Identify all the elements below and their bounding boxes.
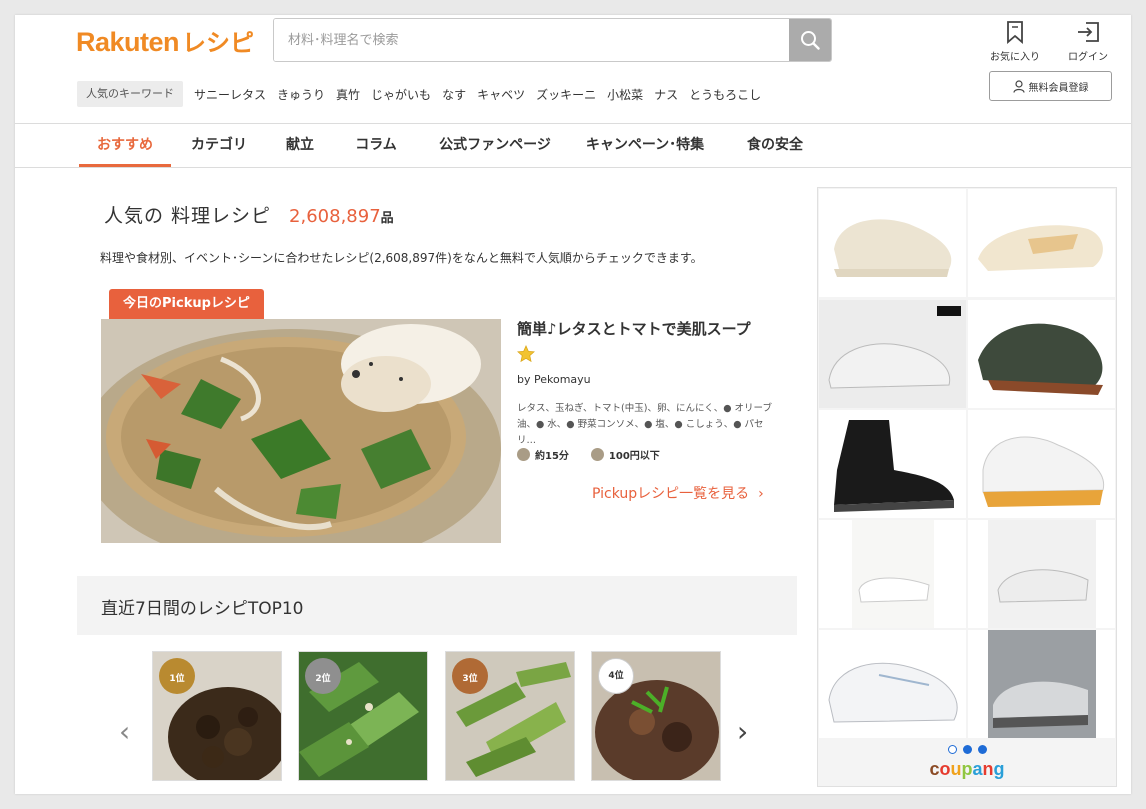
logo-suffix: レシピ	[182, 29, 255, 57]
ad-product[interactable]	[968, 189, 1115, 297]
ranking-card[interactable]: 2位	[298, 651, 428, 781]
register-button[interactable]: 無料会員登録	[989, 71, 1112, 101]
pickup-list-link[interactable]: Pickupレシピ一覧を見る ›	[592, 483, 764, 503]
carousel-dot[interactable]	[977, 745, 987, 754]
chevron-right-icon: ›	[737, 715, 749, 748]
rank-label: 1位	[169, 674, 185, 684]
rank-badge: 2位	[305, 658, 341, 694]
chevron-left-icon: ‹	[119, 715, 131, 748]
keywords-label: 人気のキーワード	[77, 81, 183, 107]
rank-label: 2位	[315, 674, 331, 684]
keyword-link[interactable]: サニーレタス	[194, 86, 266, 103]
search-box	[273, 18, 832, 62]
ad-product[interactable]	[968, 300, 1115, 408]
register-label: 無料会員登録	[1028, 82, 1089, 94]
pickup-badge: 今日のPickupレシピ	[109, 289, 264, 319]
logo-brand: Rakuten	[76, 27, 180, 57]
pickup-recipe-image[interactable]	[101, 319, 501, 543]
tab-fanpage[interactable]: 公式ファンページ	[427, 124, 563, 167]
tab-category[interactable]: カテゴリ	[181, 124, 257, 167]
keyword-link[interactable]: じゃがいも	[371, 86, 431, 103]
login-label: ログイン	[1068, 52, 1108, 63]
recipe-count-unit: 品	[380, 211, 394, 226]
keyword-link[interactable]: 真竹	[336, 86, 360, 103]
login-button[interactable]: ログイン	[1058, 20, 1118, 63]
tab-recommended[interactable]: おすすめ	[79, 124, 171, 167]
main-nav: おすすめ カテゴリ 献立 コラム 公式ファンページ キャンペーン･特集 食の安全	[15, 123, 1131, 168]
carousel-dot[interactable]	[962, 745, 972, 754]
keyword-link[interactable]: とうもろこし	[689, 86, 761, 103]
star-icon	[517, 344, 535, 362]
chevron-right-icon: ›	[753, 486, 764, 502]
rank-badge: 4位	[598, 658, 634, 694]
coupang-logo[interactable]: coupang	[818, 759, 1116, 780]
pickup-time: 約15分	[535, 451, 569, 462]
top10-title: 直近7日間のレシピTOP10	[101, 599, 304, 619]
rank-badge: 1位	[159, 658, 195, 694]
clock-icon	[517, 448, 530, 461]
carousel-prev-button[interactable]: ‹	[119, 715, 130, 748]
ad-banner[interactable]: ▷ ✕	[817, 187, 1117, 787]
carousel-dot[interactable]	[947, 745, 957, 754]
carousel-next-button[interactable]: ›	[737, 715, 748, 748]
ad-product[interactable]	[968, 630, 1115, 738]
pickup-author[interactable]: by Pekomayu	[517, 373, 591, 386]
keyword-link[interactable]: ズッキーニ	[536, 86, 596, 103]
pickup-link-text: Pickupレシピ一覧を見る	[592, 486, 750, 502]
tab-column[interactable]: コラム	[343, 124, 409, 167]
search-icon	[801, 31, 820, 50]
pickup-recipe-title[interactable]: 簡単♪レタスとトマトで美肌スープ	[517, 317, 777, 365]
page-title-text: 人気の 料理レシピ	[104, 205, 272, 227]
rakuten-recipe-logo[interactable]: Rakuten レシピ	[76, 23, 254, 59]
favorites-button[interactable]: お気に入り	[985, 20, 1045, 63]
popular-keywords: 人気のキーワード サニーレタス きゅうり 真竹 じゃがいも なす キャベツ ズッ…	[77, 81, 772, 107]
pickup-cost: 100円以下	[608, 451, 660, 462]
pickup-ingredients: レタス、玉ねぎ、トマト(中玉)、卵、にんにく、● オリーブ油、● 水、● 野菜コ…	[517, 403, 772, 446]
ad-product[interactable]	[819, 410, 966, 518]
ad-product[interactable]	[819, 520, 966, 628]
favorites-label: お気に入り	[990, 52, 1040, 63]
login-icon	[1078, 22, 1099, 42]
page-description: 料理や食材別、イベント･シーンに合わせたレシピ(2,608,897件)をなんと無…	[100, 251, 703, 265]
search-button[interactable]	[789, 19, 831, 61]
ad-product[interactable]	[968, 520, 1115, 628]
keyword-link[interactable]: ナス	[654, 86, 678, 103]
ranking-card[interactable]: 1位	[152, 651, 282, 781]
yen-icon	[590, 448, 604, 461]
rank-badge: 3位	[452, 658, 488, 694]
recipe-count: 2,608,897	[289, 206, 381, 227]
ad-product[interactable]	[968, 410, 1115, 518]
keyword-link[interactable]: なす	[442, 86, 466, 103]
tab-food-safety[interactable]: 食の安全	[735, 124, 815, 167]
keyword-link[interactable]: 小松菜	[607, 86, 643, 103]
ranking-card[interactable]: 4位	[591, 651, 721, 781]
top10-header: 直近7日間のレシピTOP10	[77, 576, 797, 635]
ad-product[interactable]	[819, 630, 966, 738]
search-input[interactable]	[274, 19, 789, 61]
page: Rakuten レシピ お気に入り ログイン 無料会員登録 人気のキーワード サ…	[15, 15, 1131, 794]
page-title: 人気の 料理レシピ 2,608,897 品	[104, 201, 394, 228]
bookmark-icon	[1007, 21, 1023, 44]
user-icon	[1012, 79, 1025, 93]
rank-label: 3位	[462, 674, 478, 684]
ranking-card[interactable]: 3位	[445, 651, 575, 781]
tab-menu[interactable]: 献立	[270, 124, 330, 167]
ad-product[interactable]	[819, 189, 966, 297]
keyword-link[interactable]: きゅうり	[277, 86, 325, 103]
pickup-meta: 約15分 100円以下	[517, 447, 660, 462]
tab-campaign[interactable]: キャンペーン･特集	[580, 124, 710, 167]
rank-label: 4位	[608, 671, 624, 681]
ad-carousel-dots	[818, 745, 1116, 754]
pickup-title-text: 簡単♪レタスとトマトで美肌スープ	[517, 320, 751, 338]
ad-product[interactable]	[819, 300, 966, 408]
keyword-link[interactable]: キャベツ	[477, 86, 525, 103]
